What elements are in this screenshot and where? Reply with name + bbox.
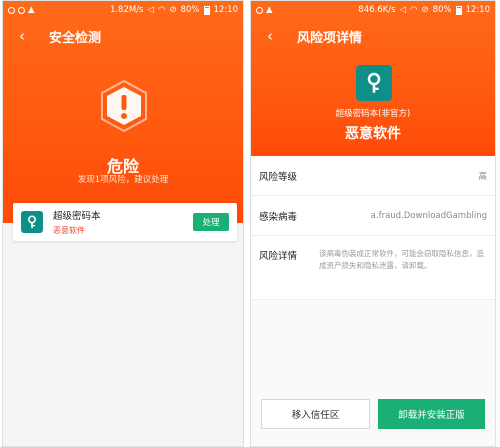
battery-percent: 80% [180,5,200,15]
mute-icon: ◁ [147,5,155,15]
notification-icon [18,6,25,14]
battery-icon [455,5,462,15]
risk-app-name: 超级密码本 [53,211,101,222]
risk-level-value: 高 [478,171,487,182]
risk-item-text: 超级密码本 恶意软件 [53,208,101,236]
clock: 12:10 [213,5,239,15]
back-icon[interactable]: ‹ [257,27,283,45]
wifi-icon: ◠ [410,5,418,15]
security-scan-screen: ▲ 1.82M/s ◁ ◠ ⊘ 80% 12:10 ‹ 安全检测 危险 发现1项… [2,0,244,447]
key-icon [356,65,392,101]
status-bar-indicators: 1.82M/s ◁ ◠ ⊘ 80% 12:10 [110,5,238,15]
app-notification-icon: ▲ [28,5,35,15]
action-bar: 移入信任区 卸载并安装正版 [251,399,495,429]
risk-detail-row: 风险详情 该病毒伪装成正常软件，可能会窃取隐私信息，造成资产损失和隐私泄露，请卸… [251,236,495,300]
status-subtitle: 发现1项风险，建议处理 [77,175,169,185]
virus-label: 感染病毒 [259,211,298,223]
detail-navbar: ‹ 风险项详情 [251,23,495,49]
warning-hexagon-icon [99,79,149,133]
risk-item-card[interactable]: 超级密码本 恶意软件 处理 [13,203,237,241]
status-bar-notifications: ▲ [8,5,35,15]
virus-row: 感染病毒 a.fraud.DownloadGambling [251,196,495,236]
key-icon [21,211,43,233]
scan-navbar: ‹ 安全检测 [3,23,243,49]
network-speed: 1.82M/s [109,5,144,15]
move-to-trust-button[interactable]: 移入信任区 [261,399,370,429]
handle-button[interactable]: 处理 [193,213,229,231]
wifi-icon: ◠ [158,5,166,15]
risk-level-label: 风险等级 [259,171,298,183]
virus-value: a.fraud.DownloadGambling [370,210,487,221]
page-title: 安全检测 [49,30,102,46]
risk-detail-screen: ▲ 846.6K/s ◁ ◠ ⊘ 80% 12:10 ‹ 风险项详情 超级密码本… [250,0,496,447]
detail-category: 恶意软件 [345,126,401,142]
network-speed: 846.6K/s [358,5,396,15]
status-bar: ▲ 846.6K/s ◁ ◠ ⊘ 80% 12:10 [251,1,495,19]
detail-app-name: 超级密码本(非官方) [335,109,411,119]
risk-detail-label: 风险详情 [259,251,298,262]
notification-icon [8,6,15,14]
uninstall-and-install-official-button[interactable]: 卸载并安装正版 [378,399,485,429]
no-signal-icon: ⊘ [169,5,177,15]
status-bar-indicators: 846.6K/s ◁ ◠ ⊘ 80% 12:10 [358,5,490,15]
status-bar-notifications: ▲ [256,5,273,15]
mute-icon: ◁ [399,5,407,15]
battery-icon [203,5,210,15]
page-title: 风险项详情 [297,30,363,46]
notification-icon [256,6,263,14]
back-icon[interactable]: ‹ [9,27,35,45]
risk-tag: 恶意软件 [53,226,85,235]
risk-detail-description: 该病毒伪装成正常软件，可能会窃取隐私信息，造成资产损失和隐私泄露，请卸载。 [319,249,484,270]
app-notification-icon: ▲ [266,5,273,15]
clock: 12:10 [465,5,491,15]
status-bar: ▲ 1.82M/s ◁ ◠ ⊘ 80% 12:10 [3,1,243,19]
detail-list: 风险等级 高 感染病毒 a.fraud.DownloadGambling 风险详… [251,156,495,300]
battery-percent: 80% [432,5,452,15]
risk-level-row: 风险等级 高 [251,156,495,196]
no-signal-icon: ⊘ [421,5,429,15]
